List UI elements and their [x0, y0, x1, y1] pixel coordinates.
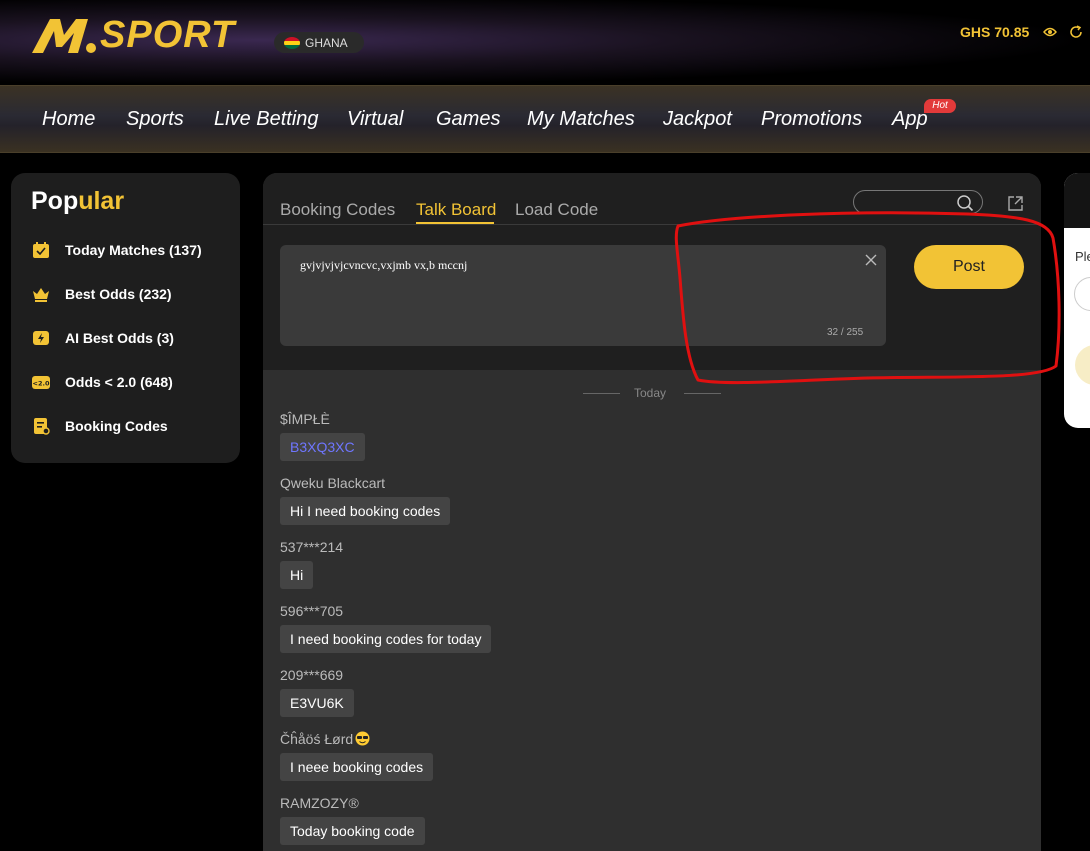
country-label: GHANA	[305, 35, 348, 50]
popular-sidebar: Popular Today Matches (137) Best Odds (2…	[11, 173, 240, 463]
right-panel-button[interactable]	[1075, 345, 1090, 385]
hot-badge: Hot	[924, 99, 956, 113]
sidebar-item-today-matches[interactable]: Today Matches (137)	[31, 238, 202, 262]
sidebar-item-label: Booking Codes	[65, 418, 168, 434]
nav-promotions[interactable]: Promotions	[761, 108, 862, 131]
message-author: 596***705	[280, 603, 344, 619]
message-author: 209***669	[280, 667, 344, 683]
nav-home[interactable]: Home	[42, 108, 95, 131]
separator-line	[684, 393, 721, 394]
nav-virtual[interactable]: Virtual	[347, 108, 403, 131]
svg-text:<2.0: <2.0	[33, 380, 50, 388]
lightning-icon	[33, 331, 49, 345]
sidebar-item-label: Today Matches (137)	[65, 242, 202, 258]
sidebar-item-booking-codes[interactable]: Booking Codes	[31, 414, 168, 438]
tab-talk-board[interactable]: Talk Board	[416, 200, 496, 220]
popular-title-part2: ular	[78, 187, 125, 215]
sidebar-item-label: Odds < 2.0 (648)	[65, 374, 173, 390]
nav-app[interactable]: App	[892, 108, 928, 131]
nav-sports[interactable]: Sports	[126, 108, 184, 131]
message-text: gvjvjvjvjcvncvc,vxjmb vx,b mccnj	[300, 258, 468, 272]
message-bubble: I need booking codes for today	[280, 625, 492, 653]
message-author: Qweku Blackcart	[280, 475, 386, 491]
popular-title: Popular	[31, 187, 124, 216]
refresh-icon[interactable]	[1069, 25, 1083, 39]
message-bubble: I neee booking codes	[280, 753, 434, 781]
message-bubble: Hi	[280, 561, 314, 589]
sidebar-item-best-odds[interactable]: Best Odds (232)	[31, 282, 172, 306]
message-bubble: E3VU6K	[280, 689, 354, 717]
booking-icon	[34, 418, 50, 435]
account-balance: GHS 70.85	[960, 24, 1030, 40]
sidebar-item-ai-best-odds[interactable]: AI Best Odds (3)	[31, 326, 174, 350]
ghana-flag-icon	[284, 36, 300, 49]
message-author: RAMZOZY®	[280, 795, 359, 811]
red-annotation-circle	[674, 211, 1061, 385]
message-author-row: Čĥåöś Łørd	[280, 731, 370, 747]
tab-booking-codes[interactable]: Booking Codes	[280, 200, 395, 220]
message-bubble: Today booking code	[280, 817, 425, 845]
cool-emoji-icon	[355, 731, 370, 746]
date-separator-label: Today	[634, 386, 667, 400]
tab-load-code[interactable]: Load Code	[515, 200, 598, 220]
main-nav: Home Sports Live Betting Virtual Games M…	[0, 85, 1090, 153]
message-bubble-code[interactable]: B3XQ3XC	[280, 433, 365, 461]
right-betslip-panel: Ple	[1064, 173, 1090, 428]
right-panel-label: Ple	[1075, 249, 1090, 264]
m-logo-icon	[32, 19, 96, 53]
right-panel-input[interactable]	[1074, 277, 1090, 311]
top-bar: SPORT GHANA GHS 70.85	[0, 0, 1090, 85]
separator-line	[583, 393, 620, 394]
logo-text: SPORT	[100, 14, 236, 56]
message-author: 537***214	[280, 539, 344, 555]
logo[interactable]: SPORT	[30, 14, 235, 56]
nav-my-matches[interactable]: My Matches	[527, 108, 635, 131]
right-panel-header	[1064, 173, 1090, 228]
nav-games[interactable]: Games	[436, 108, 500, 131]
sidebar-item-odds-under-2[interactable]: <2.0 Odds < 2.0 (648)	[31, 370, 173, 394]
calendar-icon	[33, 242, 49, 258]
sidebar-item-label: Best Odds (232)	[65, 286, 172, 302]
eye-icon[interactable]	[1043, 26, 1057, 38]
country-selector[interactable]: GHANA	[274, 32, 364, 53]
message-bubble: Hi I need booking codes	[280, 497, 451, 525]
odds-icon: <2.0	[32, 376, 50, 389]
nav-live-betting[interactable]: Live Betting	[214, 108, 319, 131]
nav-jackpot[interactable]: Jackpot	[663, 108, 732, 131]
sidebar-item-label: AI Best Odds (3)	[65, 330, 174, 346]
popular-title-part1: Pop	[31, 187, 79, 215]
message-author: Čĥåöś Łørd	[280, 731, 354, 747]
page: SPORT GHANA GHS 70.85 Home Sports Live B…	[0, 0, 1090, 851]
crown-icon	[33, 288, 49, 302]
message-author: $ÎMPŁÈ	[280, 411, 330, 427]
